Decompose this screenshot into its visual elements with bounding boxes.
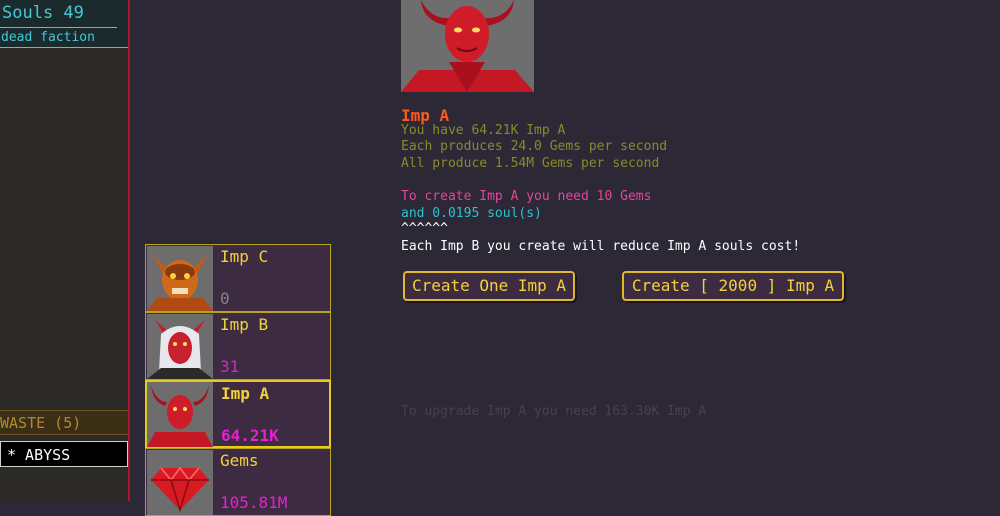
per-unit-production-line: Each produces 24.0 Gems per second	[401, 139, 668, 154]
unit-count: 64.21K	[221, 426, 279, 445]
gem-cost-line: To create Imp A you need 10 Gems	[401, 189, 652, 204]
unit-card-imp-c[interactable]: Imp C 0	[145, 244, 331, 312]
unit-count: 0	[220, 289, 230, 308]
unit-name: Imp C	[220, 247, 269, 266]
unit-card-imp-b[interactable]: Imp B 31	[145, 312, 331, 380]
total-production-line: All produce 1.54M Gems per second	[401, 156, 660, 171]
souls-counter: Souls 49	[2, 3, 84, 23]
unit-name: Imp A	[221, 384, 270, 403]
create-one-button[interactable]: Create One Imp A	[403, 271, 575, 301]
caret-marker: ^^^^^^	[401, 221, 448, 236]
upgrade-requirement-line: To upgrade Imp A you need 163.30K Imp A	[401, 404, 707, 419]
unit-card-imp-a[interactable]: Imp A 64.21K	[145, 380, 331, 448]
abyss-tab[interactable]: * ABYSS	[0, 441, 128, 467]
soul-cost-line: and 0.0195 soul(s)	[401, 206, 542, 221]
unit-count: 31	[220, 357, 240, 376]
souls-divider	[0, 27, 117, 28]
unit-name: Gems	[220, 451, 259, 470]
orange-horned-demon-portrait	[147, 246, 213, 311]
unit-count: 105.81M	[220, 493, 288, 512]
souls-panel: Souls 49 dead faction	[0, 0, 128, 48]
faction-label: dead faction	[1, 30, 95, 45]
cost-reduction-hint: Each Imp B you create will reduce Imp A …	[401, 239, 801, 254]
souls-panel-edge	[0, 47, 128, 48]
owned-count-line: You have 64.21K Imp A	[401, 123, 566, 138]
red-horned-demon-portrait	[147, 382, 213, 447]
sidebar: Souls 49 dead faction WASTE (5) * ABYSS	[0, 0, 130, 501]
red-gem-portrait	[147, 450, 213, 515]
unit-card-gems[interactable]: Gems 105.81M	[145, 448, 331, 516]
create-many-button[interactable]: Create [ 2000 ] Imp A	[622, 271, 844, 301]
waste-tab[interactable]: WASTE (5)	[0, 410, 128, 435]
white-haired-demon-portrait	[147, 314, 213, 379]
unit-name: Imp B	[220, 315, 269, 334]
selected-unit-portrait	[401, 0, 534, 92]
